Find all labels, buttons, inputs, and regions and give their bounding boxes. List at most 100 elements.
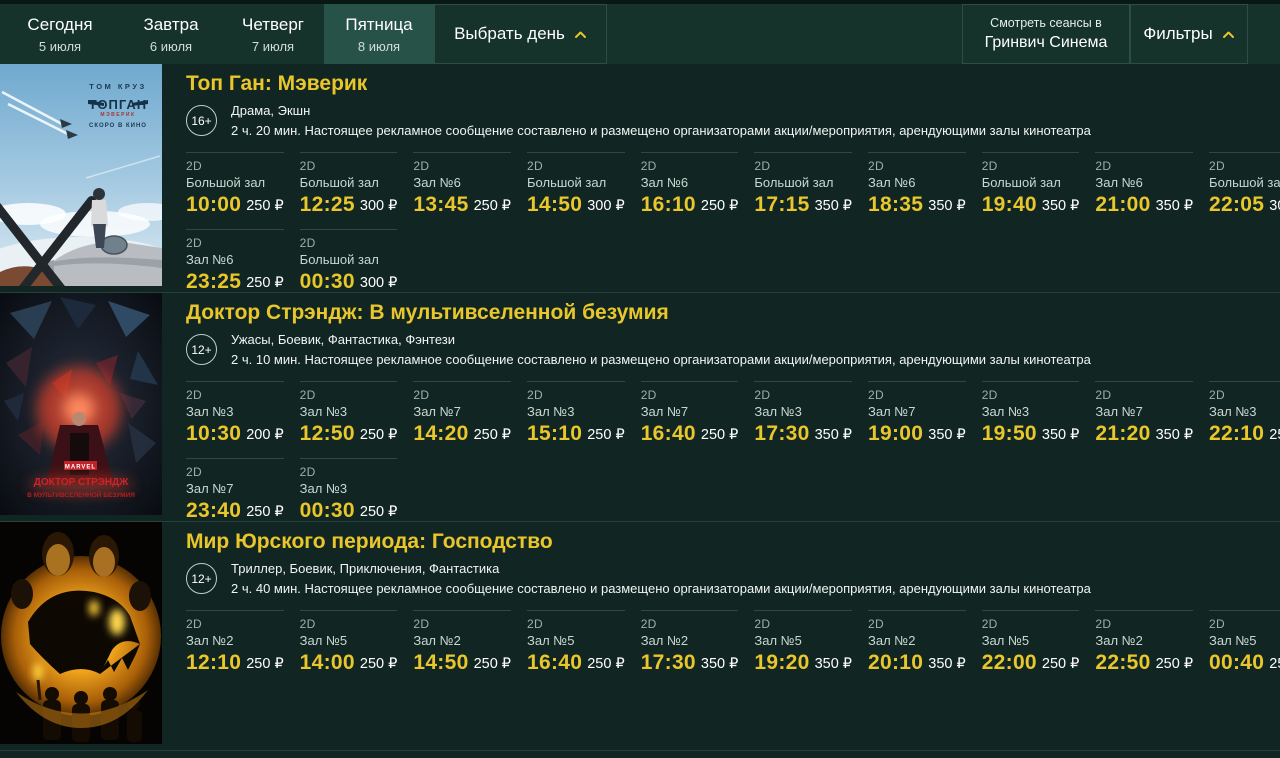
tab-thursday[interactable]: Четверг 7 июля [222, 4, 324, 64]
session-card[interactable]: 2D Зал №5 22:00 250 ₽ [981, 610, 1080, 675]
session-price: 250 ₽ [473, 427, 512, 443]
movie-row-top-gun: ТОМ КРУЗ ТОПГАН МЭВЕРИК СКОРО В КИНО Топ… [0, 64, 1280, 293]
session-format: 2D [1095, 617, 1112, 631]
session-card[interactable]: 2D Зал №6 16:10 250 ₽ [640, 152, 739, 217]
session-card[interactable]: 2D Зал №6 21:00 350 ₽ [1095, 152, 1194, 217]
session-card[interactable]: 2D Большой зал 10:00 250 ₽ [186, 152, 284, 217]
cinema-selector[interactable]: Смотреть сеансы в Гринвич Синема [962, 4, 1130, 64]
session-hall: Зал №3 [981, 404, 1030, 419]
session-card[interactable]: 2D Зал №3 17:30 350 ₽ [754, 381, 853, 446]
session-card[interactable]: 2D Зал №2 20:10 350 ₽ [868, 610, 966, 675]
session-price: 250 ₽ [246, 504, 284, 520]
session-time: 12:10 [186, 651, 242, 674]
session-time: 17:15 [754, 193, 810, 216]
movie-genres: Драма, Экшн [231, 103, 311, 118]
session-time: 14:20 [413, 422, 469, 445]
session-card[interactable]: 2D Зал №3 00:30 250 ₽ [299, 458, 398, 523]
session-format: 2D [413, 617, 430, 631]
svg-text:СКОРО В КИНО: СКОРО В КИНО [89, 123, 147, 129]
sessions-grid: 2D Зал №3 10:30 200 ₽ 2D Зал №3 12:50 25… [186, 381, 1280, 523]
session-price: 300 ₽ [359, 198, 398, 214]
session-card[interactable]: 2D Зал №6 18:35 350 ₽ [868, 152, 966, 217]
session-card[interactable]: 2D Зал №5 14:00 250 ₽ [299, 610, 398, 675]
session-card[interactable]: 2D Большой зал 17:15 350 ₽ [754, 152, 853, 217]
session-time-price: 17:30 350 ₽ [641, 651, 739, 675]
movie-poster[interactable]: ТОМ КРУЗ ТОПГАН МЭВЕРИК СКОРО В КИНО [0, 64, 162, 286]
session-card[interactable]: 2D Зал №3 15:10 250 ₽ [527, 381, 625, 446]
cinema-name-label: Гринвич Синема [984, 34, 1108, 51]
session-card[interactable]: 2D Зал №6 13:45 250 ₽ [413, 152, 512, 217]
cinema-prefix-label: Смотреть сеансы в [990, 16, 1102, 30]
session-card[interactable]: 2D Зал №2 17:30 350 ₽ [640, 610, 739, 675]
movie-title[interactable]: Топ Ган: Мэверик [186, 72, 367, 96]
session-card[interactable]: 2D Зал №5 00:40 250 ₽ [1209, 610, 1280, 675]
movie-poster[interactable]: MARVEL ДОКТОР СТРЭНДЖ В МУЛЬТИВСЕЛЕННОЙ … [0, 293, 162, 515]
tab-tomorrow[interactable]: Завтра 6 июля [120, 4, 222, 64]
session-card[interactable]: 2D Зал №7 23:40 250 ₽ [186, 458, 284, 523]
session-card[interactable]: 2D Зал №3 19:50 350 ₽ [981, 381, 1080, 446]
session-card[interactable]: 2D Большой зал 22:05 300 ₽ [1209, 152, 1280, 217]
session-format: 2D [981, 159, 998, 173]
movie-title[interactable]: Доктор Стрэндж: В мультивселенной безуми… [186, 301, 669, 325]
select-day-label: Выбрать день [454, 24, 565, 43]
session-time-price: 23:40 250 ₽ [186, 499, 284, 523]
session-card[interactable]: 2D Большой зал 14:50 300 ₽ [527, 152, 625, 217]
session-format: 2D [413, 159, 430, 173]
session-hall: Зал №5 [754, 633, 802, 648]
movie-meta: 12+ Триллер, Боевик, Приключения, Фантас… [186, 561, 1260, 596]
movie-poster[interactable] [0, 522, 162, 744]
session-format: 2D [299, 465, 316, 479]
session-time-price: 14:20 250 ₽ [413, 422, 511, 446]
session-hall: Зал №3 [527, 404, 575, 419]
tab-date: 7 июля [251, 38, 295, 54]
session-price: 350 ₽ [700, 656, 739, 672]
chevron-up-icon [1222, 31, 1234, 38]
session-format: 2D [527, 388, 543, 402]
tab-label: Четверг [242, 14, 304, 34]
session-card[interactable]: 2D Зал №7 19:00 350 ₽ [868, 381, 966, 446]
session-time-price: 19:00 350 ₽ [868, 422, 966, 446]
session-time-price: 19:50 350 ₽ [982, 422, 1080, 446]
session-time-price: 10:30 200 ₽ [186, 422, 284, 446]
session-card[interactable]: 2D Зал №7 16:40 250 ₽ [640, 381, 739, 446]
session-card[interactable]: 2D Большой зал 12:25 300 ₽ [299, 152, 398, 217]
session-card[interactable]: 2D Зал №6 23:25 250 ₽ [186, 229, 284, 294]
session-card[interactable]: 2D Зал №5 16:40 250 ₽ [527, 610, 625, 675]
session-time: 17:30 [754, 422, 810, 445]
select-day-button[interactable]: Выбрать день [434, 4, 607, 64]
session-time: 14:50 [413, 651, 469, 674]
session-format: 2D [186, 236, 202, 250]
session-price: 350 ₽ [1155, 427, 1194, 443]
session-card[interactable]: 2D Зал №2 22:50 250 ₽ [1095, 610, 1194, 675]
session-hall: Зал №2 [1095, 633, 1143, 648]
session-format: 2D [299, 388, 316, 402]
movie-title[interactable]: Мир Юрского периода: Господство [186, 530, 553, 554]
header-spacer [607, 4, 962, 64]
session-format: 2D [640, 159, 657, 173]
session-card[interactable]: 2D Зал №3 22:10 250 ₽ [1209, 381, 1280, 446]
session-card[interactable]: 2D Зал №2 14:50 250 ₽ [413, 610, 512, 675]
session-format: 2D [754, 159, 771, 173]
session-card[interactable]: 2D Зал №7 14:20 250 ₽ [413, 381, 512, 446]
session-time-price: 17:15 350 ₽ [754, 193, 852, 217]
session-card[interactable]: 2D Зал №3 10:30 200 ₽ [186, 381, 284, 446]
session-time: 10:00 [186, 193, 242, 216]
session-card[interactable]: 2D Зал №7 21:20 350 ₽ [1095, 381, 1194, 446]
session-format: 2D [1095, 388, 1112, 402]
session-time-price: 19:20 350 ₽ [754, 651, 852, 675]
session-card[interactable]: 2D Большой зал 19:40 350 ₽ [981, 152, 1080, 217]
tab-today[interactable]: Сегодня 5 июля [0, 4, 120, 64]
session-format: 2D [640, 388, 657, 402]
filters-button[interactable]: Фильтры [1130, 4, 1248, 64]
session-price: 350 ₽ [814, 656, 853, 672]
session-hall: Зал №7 [640, 404, 689, 419]
session-hall: Зал №6 [186, 252, 234, 267]
tab-friday-active[interactable]: Пятница 8 июля [324, 4, 434, 64]
session-card[interactable]: 2D Зал №3 12:50 250 ₽ [299, 381, 398, 446]
session-card[interactable]: 2D Большой зал 00:30 300 ₽ [299, 229, 398, 294]
session-card[interactable]: 2D Зал №5 19:20 350 ₽ [754, 610, 853, 675]
session-time-price: 00:30 300 ₽ [300, 270, 398, 294]
session-card[interactable]: 2D Зал №2 12:10 250 ₽ [186, 610, 284, 675]
session-format: 2D [299, 236, 316, 250]
session-price: 350 ₽ [928, 656, 966, 672]
